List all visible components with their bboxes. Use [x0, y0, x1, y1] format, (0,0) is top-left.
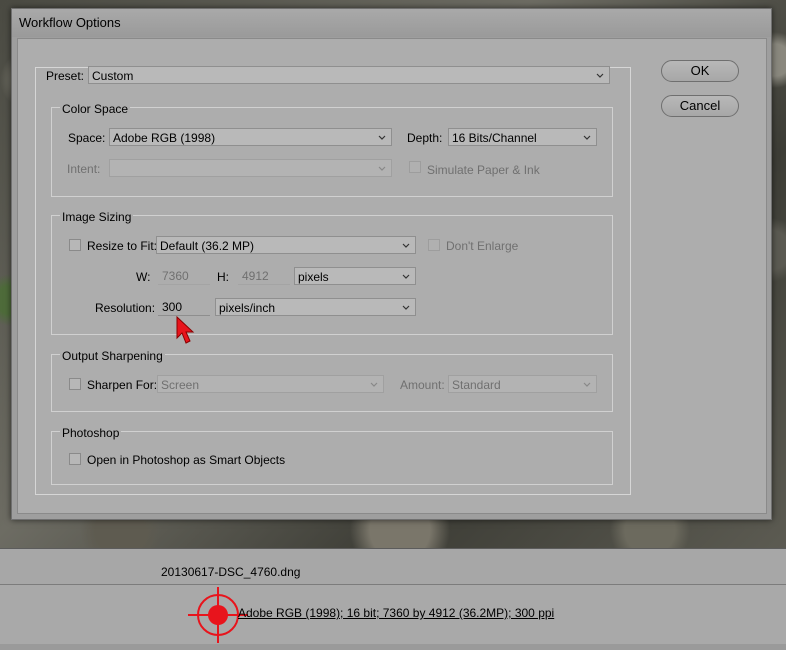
- dialog-title: Workflow Options: [19, 15, 121, 30]
- sharpen-for-label: Sharpen For:: [87, 378, 158, 392]
- cancel-button[interactable]: Cancel: [661, 95, 739, 117]
- resolution-value: 300: [162, 300, 183, 314]
- resolution-label: Resolution:: [95, 301, 156, 315]
- width-value: 7360: [162, 269, 189, 283]
- resize-select[interactable]: Default (36.2 MP): [156, 236, 416, 254]
- chevron-down-icon: [399, 238, 413, 252]
- chevron-down-icon: [375, 130, 389, 144]
- height-label: H:: [217, 270, 229, 284]
- sharpen-for-checkbox[interactable]: [69, 378, 81, 390]
- chevron-down-icon: [580, 130, 594, 144]
- depth-select[interactable]: 16 Bits/Channel: [448, 128, 597, 146]
- depth-label: Depth:: [407, 131, 443, 145]
- height-value: 4912: [242, 269, 269, 283]
- simulate-paper-checkbox[interactable]: [409, 161, 421, 173]
- chevron-down-icon: [399, 300, 413, 314]
- photoshop-title: Photoshop: [60, 426, 122, 440]
- dont-enlarge-checkbox[interactable]: [428, 239, 440, 251]
- space-label: Space:: [68, 131, 106, 145]
- height-field[interactable]: 4912: [238, 267, 290, 285]
- resize-to-fit-label: Resize to Fit:: [87, 239, 158, 253]
- smart-objects-checkbox[interactable]: [69, 453, 81, 465]
- sharpen-for-value: Screen: [161, 378, 200, 392]
- amount-select[interactable]: Standard: [448, 375, 597, 393]
- resolution-units-value: pixels/inch: [219, 301, 276, 315]
- resolution-units-select[interactable]: pixels/inch: [215, 298, 416, 316]
- resolution-field[interactable]: 300: [158, 298, 210, 316]
- simulate-paper-label: Simulate Paper & Ink: [427, 163, 540, 177]
- resize-value: Default (36.2 MP): [160, 239, 255, 253]
- color-space-group: [51, 107, 613, 197]
- size-units-select[interactable]: pixels: [294, 267, 416, 285]
- amount-value: Standard: [452, 378, 501, 392]
- amount-label: Amount:: [400, 378, 445, 392]
- output-sharpening-title: Output Sharpening: [60, 349, 165, 363]
- smart-objects-label: Open in Photoshop as Smart Objects: [87, 453, 286, 467]
- width-label: W:: [136, 270, 151, 284]
- depth-value: 16 Bits/Channel: [452, 131, 537, 145]
- filename-bar: 20130617-DSC_4760.dng: [0, 548, 786, 585]
- red-arrow-cursor-icon: [176, 316, 195, 344]
- image-sizing-title: Image Sizing: [60, 210, 134, 224]
- dont-enlarge-label: Don't Enlarge: [446, 239, 519, 253]
- dialog-body: OK Cancel Preset: Custom Color Space Spa…: [17, 38, 767, 514]
- width-field[interactable]: 7360: [158, 267, 210, 285]
- dialog-titlebar[interactable]: Workflow Options: [12, 9, 771, 37]
- space-value: Adobe RGB (1998): [113, 131, 216, 145]
- workflow-options-dialog: Workflow Options OK Cancel Preset: Custo…: [11, 8, 772, 520]
- color-space-title: Color Space: [60, 102, 131, 116]
- resize-to-fit-checkbox[interactable]: [69, 239, 81, 251]
- workflow-options-link[interactable]: Adobe RGB (1998); 16 bit; 7360 by 4912 (…: [238, 606, 554, 620]
- preset-label: Preset:: [46, 69, 85, 83]
- size-units-value: pixels: [298, 270, 329, 284]
- sharpen-for-select[interactable]: Screen: [157, 375, 384, 393]
- chevron-down-icon: [367, 377, 381, 391]
- workflow-bar: Adobe RGB (1998); 16 bit; 7360 by 4912 (…: [0, 584, 786, 646]
- chevron-down-icon: [399, 269, 413, 283]
- filename-text: 20130617-DSC_4760.dng: [161, 565, 301, 579]
- ok-button[interactable]: OK: [661, 60, 739, 82]
- chevron-down-icon: [580, 377, 594, 391]
- chevron-down-icon: [593, 68, 607, 82]
- preset-select[interactable]: Custom: [88, 66, 610, 84]
- space-select[interactable]: Adobe RGB (1998): [109, 128, 392, 146]
- preset-value: Custom: [92, 69, 134, 83]
- intent-select[interactable]: [109, 159, 392, 177]
- bottom-strip: [0, 644, 786, 650]
- chevron-down-icon: [375, 161, 389, 175]
- intent-label: Intent:: [67, 162, 101, 176]
